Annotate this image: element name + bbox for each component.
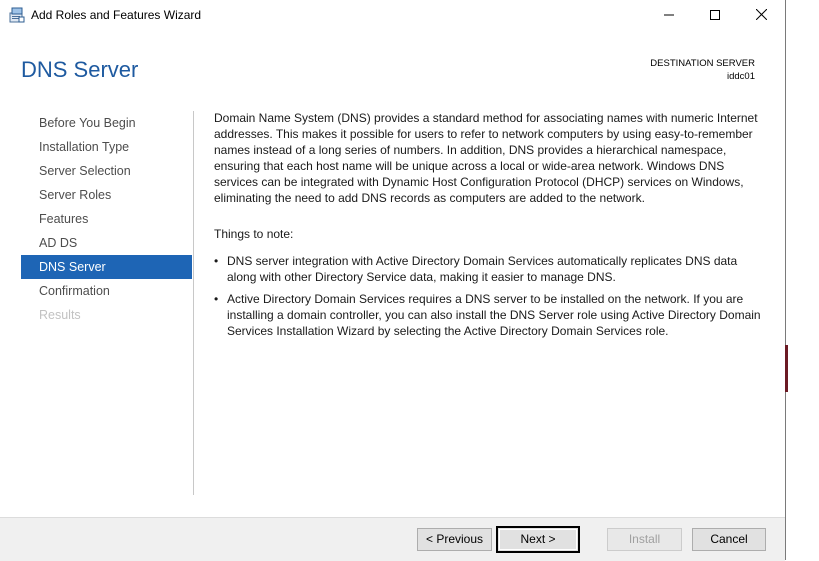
wizard-nav: Before You Begin Installation Type Serve… (21, 111, 192, 327)
close-icon (755, 7, 767, 25)
minimize-icon (664, 7, 674, 25)
minimize-button[interactable] (646, 0, 692, 31)
note-text: DNS server integration with Active Direc… (227, 254, 738, 284)
nav-item-before-you-begin[interactable]: Before You Begin (21, 111, 192, 135)
background-window-edge (785, 345, 788, 392)
list-item: • DNS server integration with Active Dir… (214, 253, 769, 285)
list-item: • Active Directory Domain Services requi… (214, 291, 769, 339)
maximize-icon (710, 7, 720, 25)
nav-item-server-selection[interactable]: Server Selection (21, 159, 192, 183)
window-title: Add Roles and Features Wizard (31, 8, 202, 22)
destination-server-label: DESTINATION SERVER (650, 58, 755, 69)
nav-item-server-roles[interactable]: Server Roles (21, 183, 192, 207)
bullet-icon: • (214, 292, 219, 306)
intro-text: Domain Name System (DNS) provides a stan… (214, 111, 758, 205)
next-button[interactable]: Next > (496, 526, 580, 553)
button-bar: < Previous Next > Install Cancel (0, 517, 785, 561)
page-title: DNS Server (21, 57, 139, 82)
wizard-window: Add Roles and Features Wizard DNS Server… (0, 0, 786, 561)
nav-item-confirmation[interactable]: Confirmation (21, 279, 192, 303)
nav-item-features[interactable]: Features (21, 207, 192, 231)
destination-server-info: DESTINATION SERVER iddc01 (650, 57, 755, 83)
nav-item-ad-ds[interactable]: AD DS (21, 231, 192, 255)
title-bar[interactable]: Add Roles and Features Wizard (0, 0, 785, 31)
close-button[interactable] (738, 0, 784, 31)
nav-divider (193, 111, 194, 495)
maximize-button[interactable] (692, 0, 738, 31)
content-pane: Domain Name System (DNS) provides a stan… (214, 110, 769, 345)
cancel-button[interactable]: Cancel (692, 528, 766, 551)
server-manager-icon (9, 7, 25, 23)
previous-button[interactable]: < Previous (417, 528, 492, 551)
nav-item-results: Results (39, 308, 81, 322)
note-text: Active Directory Domain Services require… (227, 292, 761, 338)
nav-item-dns-server[interactable]: DNS Server (21, 255, 192, 279)
notes-list: • DNS server integration with Active Dir… (214, 253, 769, 339)
install-button: Install (607, 528, 682, 551)
notes-heading: Things to note: (214, 227, 294, 241)
nav-item-installation-type[interactable]: Installation Type (21, 135, 192, 159)
bullet-icon: • (214, 254, 219, 268)
destination-server-name: iddc01 (727, 71, 755, 82)
